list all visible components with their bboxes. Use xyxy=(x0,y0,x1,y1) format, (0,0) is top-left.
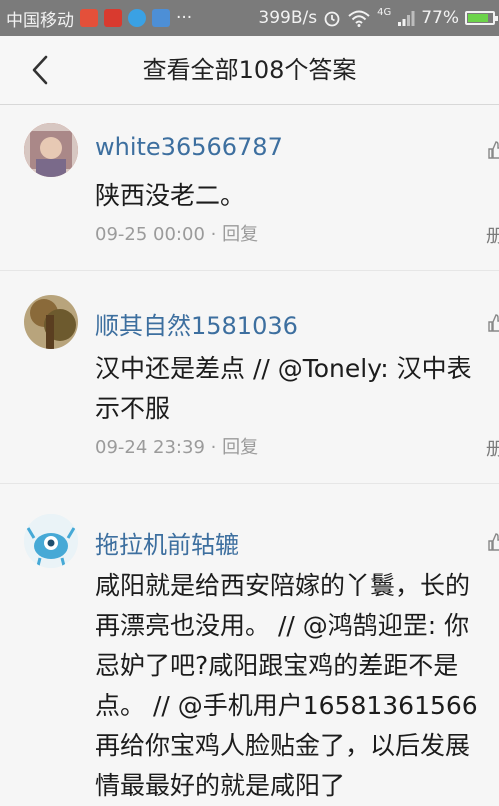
answer-content: 陕西没老二。 xyxy=(95,176,245,216)
status-bar-right: 399B/s 4G 77% xyxy=(258,0,498,36)
content-line: 示不服 xyxy=(95,394,171,423)
battery-icon xyxy=(465,11,498,25)
wifi-icon xyxy=(348,10,370,27)
delete-action-partial[interactable]: 册 xyxy=(486,435,499,461)
delete-action-partial[interactable]: 册 xyxy=(486,222,499,248)
timestamp: 09-25 00:00 xyxy=(95,224,205,245)
answer-meta: 09-24 23:39 · 回复 xyxy=(95,433,258,459)
thumbs-up-icon[interactable] xyxy=(487,533,499,551)
content-line: 汉中还是差点 // @Tonely: 汉中表 xyxy=(95,354,472,383)
divider xyxy=(0,270,499,271)
divider xyxy=(0,483,499,484)
content-line: 陕西没老二。 xyxy=(95,181,246,210)
username-link[interactable]: 拖拉机前轱辘 xyxy=(95,525,239,560)
news-app-icon xyxy=(80,9,98,27)
top-nav-bar: 查看全部108个答案 xyxy=(0,36,499,105)
status-bar-left: 中国移动 ··· xyxy=(0,6,192,31)
username-link[interactable]: white36566787 xyxy=(95,133,283,161)
thumbs-up-icon[interactable] xyxy=(487,141,499,159)
signal-icon xyxy=(398,11,415,26)
status-bar: 中国移动 ··· 399B/s 4G 77% xyxy=(0,0,499,36)
content-line: 点。 // @手机用户16581361566 xyxy=(95,691,478,720)
timestamp: 09-24 23:39 xyxy=(95,437,205,458)
avatar[interactable] xyxy=(24,123,78,177)
browser-icon xyxy=(128,9,146,27)
network-speed: 399B/s xyxy=(258,8,318,28)
username-link[interactable]: 顺其自然1581036 xyxy=(95,306,298,341)
sina-weibo-icon xyxy=(104,9,122,27)
content-line: 咸阳就是给西安陪嫁的丫鬟，长的 xyxy=(95,571,471,600)
alarm-icon xyxy=(324,11,340,27)
avatar[interactable] xyxy=(24,295,78,349)
more-notifications-icon: ··· xyxy=(176,8,193,28)
thumbs-up-icon[interactable] xyxy=(487,314,499,332)
content-line: 忌妒了吧?咸阳跟宝鸡的差距不是 xyxy=(95,651,459,680)
content-line: 再给你宝鸡人脸贴金了，以后发展 xyxy=(95,731,471,760)
answer-meta: 09-25 00:00 · 回复 xyxy=(95,220,258,246)
battery-level xyxy=(468,14,489,22)
gallery-icon xyxy=(152,9,170,27)
network-type: 4G xyxy=(377,6,392,18)
avatar[interactable] xyxy=(24,514,78,568)
content-line: 再漂亮也没用。 // @鸿鹄迎罡: 你 xyxy=(95,611,470,640)
page-title: 查看全部108个答案 xyxy=(142,56,357,84)
meta-separator: · xyxy=(210,437,217,458)
reply-button[interactable]: 回复 xyxy=(222,437,258,458)
answer-content: 咸阳就是给西安陪嫁的丫鬟，长的 再漂亮也没用。 // @鸿鹄迎罡: 你 忌妒了吧… xyxy=(95,566,478,806)
reply-button[interactable]: 回复 xyxy=(222,224,258,245)
battery-percent: 77% xyxy=(421,8,459,28)
answer-content: 汉中还是差点 // @Tonely: 汉中表 示不服 xyxy=(95,349,472,429)
meta-separator: · xyxy=(210,224,217,245)
carrier-name: 中国移动 xyxy=(6,10,74,31)
content-line: 情最最好的就是咸阳了 xyxy=(95,771,346,800)
